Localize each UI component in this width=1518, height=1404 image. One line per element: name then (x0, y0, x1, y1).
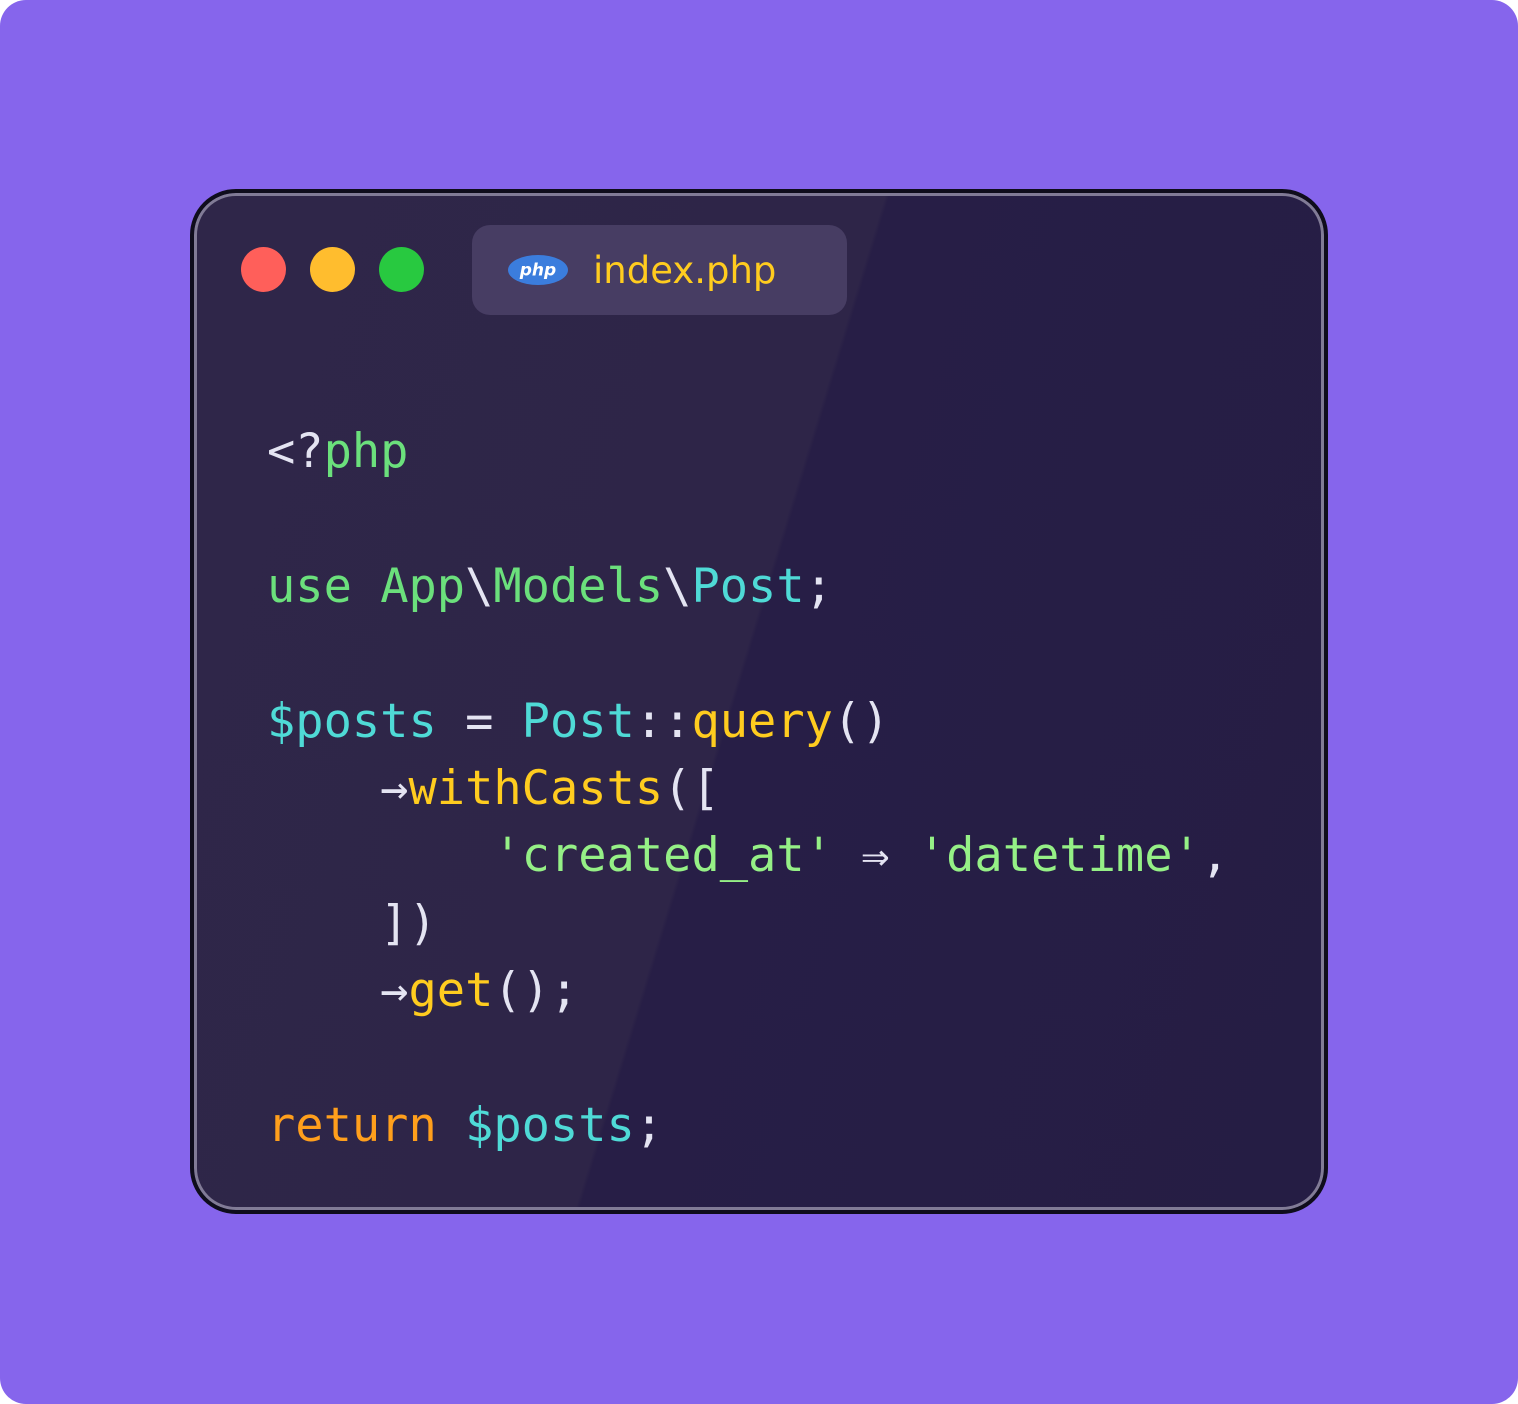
code-line: 'created_at' ⇒ 'datetime', (267, 822, 1229, 889)
code-line: →withCasts([ (267, 755, 1229, 822)
minimize-button[interactable] (310, 247, 355, 292)
code-token: return (267, 1097, 437, 1153)
code-line: <?php (267, 418, 1229, 485)
file-tab[interactable]: php index.php (472, 225, 847, 315)
code-token: , (1200, 828, 1230, 884)
code-block: <?php use App\Models\Post; $posts = Post::… (267, 418, 1229, 1159)
code-token: ; (804, 558, 833, 614)
code-token: get (408, 963, 494, 1019)
code-token: (); (493, 963, 579, 1019)
code-token: query (691, 693, 833, 749)
background-canvas: php index.php <?php use App\Models\Post; $… (0, 0, 1518, 1404)
code-window-frame: php index.php <?php use App\Models\Post; $… (194, 193, 1324, 1210)
code-line: →get(); (267, 957, 1229, 1024)
code-token: () (832, 693, 890, 749)
code-token: Post (691, 558, 805, 614)
code-token: → (267, 760, 409, 816)
code-line: $posts = Post::query() (267, 688, 1229, 755)
code-token: 'datetime' (917, 828, 1201, 884)
code-token: $posts (465, 1097, 635, 1153)
code-token: \ (465, 558, 494, 614)
code-token: Models (493, 558, 664, 614)
php-logo-icon: php (508, 255, 568, 285)
code-token: ; (634, 1097, 664, 1153)
code-token: App (380, 558, 466, 614)
code-token: → (267, 963, 409, 1019)
code-token: ⇒ (832, 828, 918, 884)
code-token: ]) (267, 895, 437, 951)
php-logo-text: php (519, 261, 556, 281)
code-token: php (323, 424, 409, 479)
code-line: ]) (267, 890, 1229, 957)
code-line: use App\Models\Post; (267, 553, 1229, 620)
maximize-button[interactable] (379, 247, 424, 292)
code-token: ([ (663, 760, 720, 816)
close-button[interactable] (241, 247, 286, 292)
code-token: $posts (267, 693, 437, 749)
code-line: return $posts; (267, 1092, 1229, 1159)
tab-title: index.php (593, 249, 777, 292)
code-token: Post (521, 693, 635, 749)
code-token: withCasts (408, 760, 664, 816)
code-token: :: (634, 693, 692, 749)
code-token: = (436, 693, 522, 749)
code-token: 'created_at' (493, 828, 833, 884)
code-window: php index.php <?php use App\Models\Post; $… (190, 189, 1328, 1214)
code-token: <? (267, 424, 324, 479)
code-token: \ (663, 558, 692, 614)
code-token: use (267, 558, 352, 614)
